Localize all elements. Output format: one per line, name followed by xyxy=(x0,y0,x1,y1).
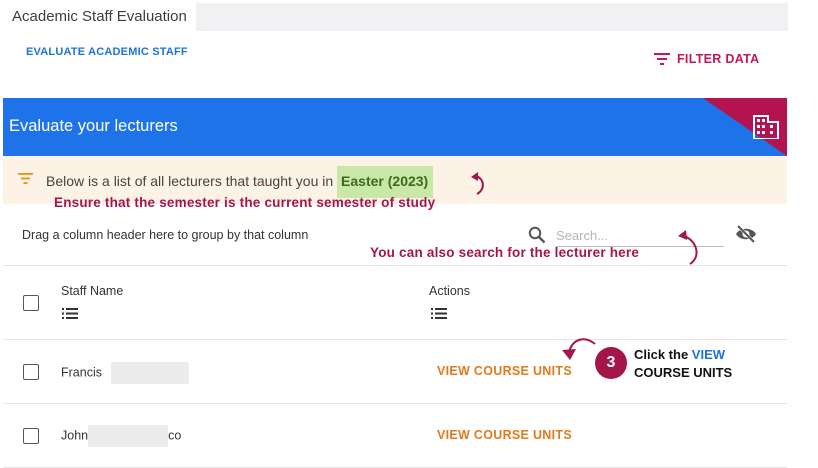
column-header-staff-name[interactable]: Staff Name xyxy=(61,284,123,298)
table-cell-staff-name: John co xyxy=(61,425,181,447)
semester-value: Easter (2023) xyxy=(337,166,434,198)
redacted-text xyxy=(110,362,189,384)
column-menu-icon[interactable] xyxy=(62,308,78,319)
grid-divider xyxy=(3,403,787,404)
filter-icon xyxy=(18,173,33,184)
curved-arrow-icon xyxy=(471,172,484,195)
curved-arrow-icon xyxy=(562,338,596,360)
search-icon[interactable] xyxy=(528,226,546,244)
select-all-checkbox[interactable] xyxy=(23,295,39,311)
view-course-units-button[interactable]: VIEW COURSE UNITS xyxy=(437,428,572,442)
semester-annotation: Ensure that the semester is the current … xyxy=(54,195,436,210)
group-by-hint: Drag a column header here to group by th… xyxy=(22,228,309,242)
evaluate-academic-staff-link[interactable]: EVALUATE ACADEMIC STAFF xyxy=(26,46,188,58)
evaluate-banner: Evaluate your lecturers xyxy=(3,98,787,156)
building-icon xyxy=(753,115,779,139)
redacted-text xyxy=(88,425,169,447)
column-menu-icon[interactable] xyxy=(431,308,447,319)
search-annotation: You can also search for the lecturer her… xyxy=(370,245,640,260)
table-cell-staff-name: Francis xyxy=(61,362,189,384)
step-instruction: Click the VIEW COURSE UNITS xyxy=(634,347,733,380)
step-badge: 3 xyxy=(595,347,627,379)
row-checkbox[interactable] xyxy=(23,364,39,380)
page-title-tab[interactable]: Academic Staff Evaluation xyxy=(3,3,196,31)
eye-off-icon[interactable] xyxy=(735,225,757,243)
grid-divider xyxy=(3,265,787,266)
banner-title: Evaluate your lecturers xyxy=(9,117,178,135)
notice-text: Below is a list of all lecturers that ta… xyxy=(46,166,434,198)
curved-arrow-icon xyxy=(678,230,698,265)
filter-data-label: FILTER DATA xyxy=(677,52,760,66)
row-checkbox[interactable] xyxy=(23,428,39,444)
filter-data-button[interactable]: FILTER DATA xyxy=(654,52,759,66)
filter-icon xyxy=(654,53,670,65)
view-course-units-button[interactable]: VIEW COURSE UNITS xyxy=(437,364,572,378)
grid-divider xyxy=(3,339,787,340)
column-header-actions[interactable]: Actions xyxy=(429,284,470,298)
